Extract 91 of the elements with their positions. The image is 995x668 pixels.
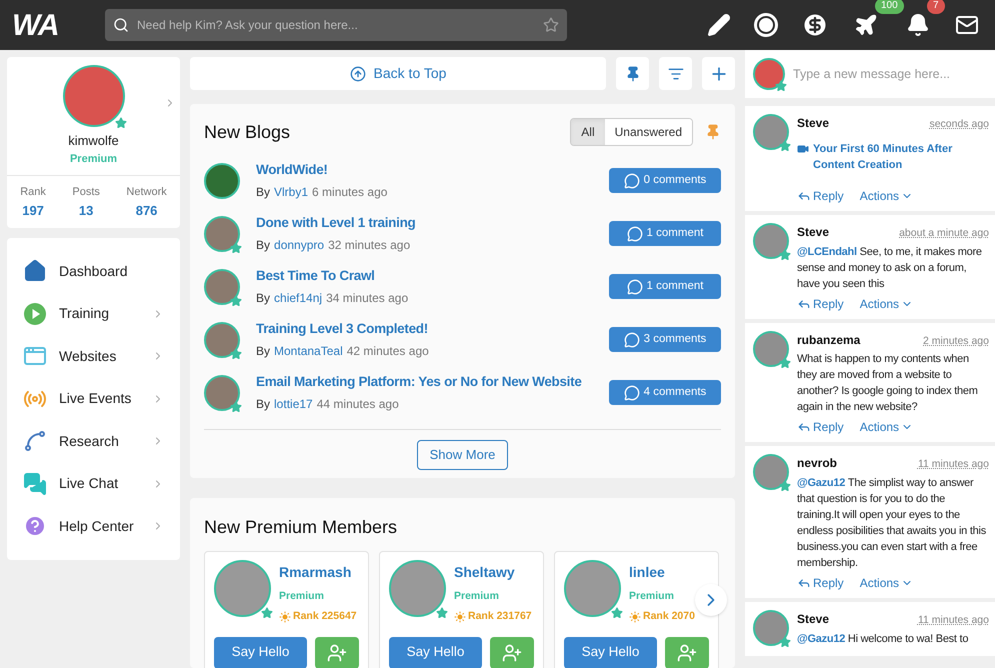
- chat-text: What is happen to my contents when they are moved from a website to another? Is google going to index them again in the new website?: [797, 352, 979, 416]
- actions-menu[interactable]: Actions: [860, 574, 900, 592]
- reply-link[interactable]: Reply: [813, 418, 844, 436]
- blog-title-link[interactable]: Done with Level 1 training: [256, 213, 593, 234]
- say-hello-button[interactable]: Say Hello: [564, 636, 657, 668]
- chat-username[interactable]: Steve: [797, 114, 930, 132]
- nav-item[interactable]: Websites: [7, 335, 180, 378]
- time-text: 44 minutes ago: [316, 396, 399, 413]
- membership-label: Premium: [454, 589, 500, 604]
- membership-label: Premium: [70, 152, 118, 166]
- by-label: By: [256, 184, 270, 201]
- author-link[interactable]: donnypro: [274, 236, 324, 254]
- filter-tab[interactable]: All: [571, 119, 605, 145]
- logo[interactable]: WA: [12, 2, 105, 48]
- reply-link[interactable]: Reply: [813, 294, 844, 312]
- reply-link[interactable]: Reply: [813, 574, 844, 592]
- blog-title-link[interactable]: WorldWide!: [256, 160, 593, 181]
- username[interactable]: kimwolfe: [68, 131, 119, 150]
- back-to-top-button[interactable]: Back to Top: [190, 57, 606, 90]
- by-label: By: [256, 342, 270, 360]
- search-field[interactable]: Need help Kim? Ask your question here...: [105, 9, 567, 41]
- by-label: By: [256, 396, 270, 413]
- panel-title: New Premium Members: [204, 516, 398, 539]
- chat-time: 2 minutes ago: [923, 334, 989, 348]
- membership-label: Premium: [629, 589, 675, 604]
- time-text: 32 minutes ago: [328, 236, 410, 254]
- nav-item[interactable]: Live Chat: [7, 462, 180, 505]
- comments-button[interactable]: 3 comments: [609, 327, 721, 352]
- actions-menu[interactable]: Actions: [860, 294, 900, 312]
- blog-title-link[interactable]: Best Time To Crawl: [256, 266, 593, 287]
- stat-value[interactable]: 13: [78, 200, 94, 220]
- chat-time: 11 minutes ago: [918, 457, 989, 472]
- chat-time: about a minute ago: [899, 226, 989, 241]
- comments-button[interactable]: 4 comments: [609, 380, 721, 405]
- time-text: 42 minutes ago: [346, 342, 429, 360]
- nav-item[interactable]: Help Center: [7, 505, 180, 548]
- filter-tab[interactable]: Unanswered: [604, 119, 692, 145]
- nav-item[interactable]: Research: [7, 420, 180, 462]
- message-input[interactable]: Type a new message here...: [793, 64, 987, 84]
- nav-item[interactable]: Training: [7, 292, 180, 335]
- actions-menu[interactable]: Actions: [860, 418, 900, 436]
- blog-title-link[interactable]: Email Marketing Platform: Yes or No for New Website: [256, 372, 593, 393]
- comments-button[interactable]: 1 comment: [609, 274, 721, 299]
- say-hello-button[interactable]: Say Hello: [214, 636, 307, 668]
- author-link[interactable]: Vlrby1: [274, 182, 308, 201]
- message-field[interactable]: Type a new message here...: [745, 50, 995, 98]
- say-hello-button[interactable]: Say Hello: [389, 636, 482, 668]
- stat-label: Posts: [72, 185, 100, 200]
- search-input[interactable]: Need help Kim? Ask your question here...: [137, 16, 535, 34]
- nav-item[interactable]: Dashboard: [7, 250, 180, 292]
- member-name[interactable]: linlee: [629, 562, 695, 583]
- member-name[interactable]: Sheltawy: [454, 562, 532, 583]
- comments-button[interactable]: 0 comments: [609, 168, 721, 193]
- rank-text: Rank 2070: [643, 608, 695, 624]
- blog-title-link[interactable]: Training Level 3 Completed!: [256, 319, 593, 340]
- actions-menu[interactable]: Actions: [860, 186, 900, 205]
- chat-text: @Gazu12 The simplist way to answer that question is for you to do the training.It will open your eyes to the endless posibilities that awaits you in this business.you can even start with a free membership.: [797, 476, 987, 571]
- stat-label: Rank: [20, 185, 46, 200]
- author-link[interactable]: lottie17: [274, 394, 313, 413]
- chat-time: 11 minutes ago: [918, 613, 989, 628]
- count-badge: 100: [875, 0, 904, 14]
- reply-link[interactable]: Reply: [813, 186, 844, 205]
- rank-text: Rank 225647: [293, 608, 357, 624]
- mention-link[interactable]: @LCEndahl: [797, 246, 860, 258]
- time-text: 34 minutes ago: [326, 290, 408, 307]
- stat-value[interactable]: 876: [136, 200, 158, 220]
- chat-text: @Gazu12 Hi welcome to wa! Best to: [797, 632, 970, 647]
- chat-username[interactable]: rubanzema: [797, 330, 924, 348]
- member-name[interactable]: Rmarmash: [279, 562, 357, 583]
- chat-username[interactable]: Steve: [797, 610, 918, 628]
- comments-button[interactable]: 1 comment: [609, 221, 721, 246]
- chat-username[interactable]: nevrob: [797, 454, 918, 472]
- chat-username[interactable]: Steve: [797, 222, 900, 241]
- time-text: 6 minutes ago: [312, 184, 388, 201]
- membership-label: Premium: [279, 589, 325, 604]
- by-label: By: [256, 290, 270, 307]
- mention-link[interactable]: @Gazu12: [797, 477, 848, 489]
- stat-value[interactable]: 197: [22, 200, 44, 220]
- by-label: By: [256, 236, 270, 254]
- show-more-button[interactable]: Show More: [416, 440, 508, 470]
- chat-text: @LCEndahl See, to me, it makes more sense and money to ask on a forum, have you seen this: [797, 244, 983, 292]
- chat-time: seconds ago: [929, 117, 989, 132]
- rank-text: Rank 231767: [468, 608, 532, 624]
- mention-link[interactable]: @Gazu12: [797, 632, 848, 645]
- panel-title: New Blogs: [204, 120, 292, 144]
- count-badge: 7: [927, 0, 945, 14]
- video-link[interactable]: Your First 60 Minutes After Content Creation: [813, 140, 989, 173]
- author-link[interactable]: chief14nj: [274, 288, 322, 307]
- stat-label: Network: [126, 185, 167, 200]
- nav-item[interactable]: Live Events: [7, 378, 180, 420]
- author-link[interactable]: MontanaTeal: [274, 342, 343, 360]
